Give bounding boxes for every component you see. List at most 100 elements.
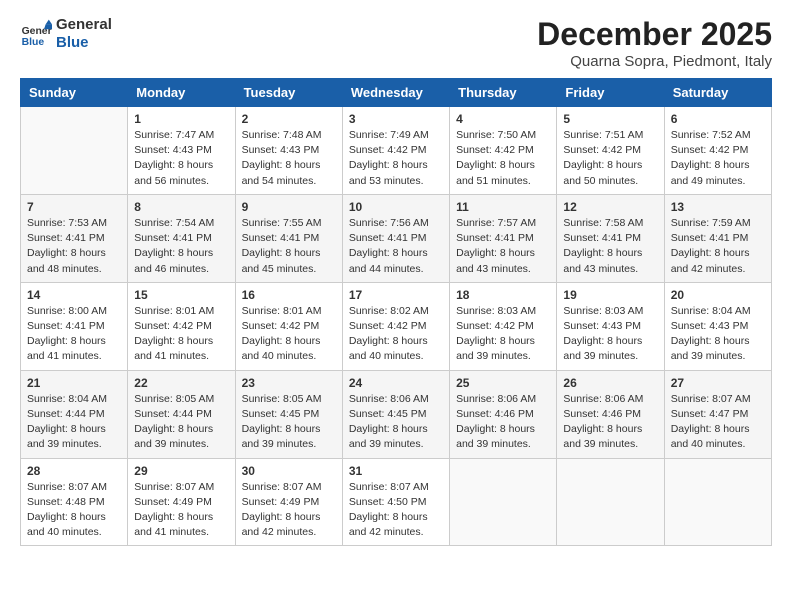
cell-info: Sunrise: 8:04 AMSunset: 4:44 PMDaylight:… [27, 392, 121, 453]
title-block: December 2025 Quarna Sopra, Piedmont, It… [537, 16, 772, 70]
calendar-cell [557, 458, 664, 546]
calendar-cell [450, 458, 557, 546]
day-number: 24 [349, 376, 443, 390]
calendar-table: SundayMondayTuesdayWednesdayThursdayFrid… [20, 78, 772, 546]
calendar-cell: 28 Sunrise: 8:07 AMSunset: 4:48 PMDaylig… [21, 458, 128, 546]
day-number: 4 [456, 112, 550, 126]
calendar-week-3: 14 Sunrise: 8:00 AMSunset: 4:41 PMDaylig… [21, 282, 772, 370]
calendar-cell [21, 107, 128, 195]
cell-info: Sunrise: 7:58 AMSunset: 4:41 PMDaylight:… [563, 216, 657, 277]
day-number: 10 [349, 200, 443, 214]
calendar-cell [664, 458, 771, 546]
dow-tuesday: Tuesday [235, 79, 342, 107]
day-number: 28 [27, 464, 121, 478]
calendar-cell: 16 Sunrise: 8:01 AMSunset: 4:42 PMDaylig… [235, 282, 342, 370]
cell-info: Sunrise: 7:50 AMSunset: 4:42 PMDaylight:… [456, 128, 550, 189]
day-number: 27 [671, 376, 765, 390]
cell-info: Sunrise: 8:07 AMSunset: 4:48 PMDaylight:… [27, 480, 121, 541]
dow-thursday: Thursday [450, 79, 557, 107]
calendar-cell: 3 Sunrise: 7:49 AMSunset: 4:42 PMDayligh… [342, 107, 449, 195]
calendar-cell: 15 Sunrise: 8:01 AMSunset: 4:42 PMDaylig… [128, 282, 235, 370]
calendar-cell: 19 Sunrise: 8:03 AMSunset: 4:43 PMDaylig… [557, 282, 664, 370]
calendar-cell: 9 Sunrise: 7:55 AMSunset: 4:41 PMDayligh… [235, 194, 342, 282]
calendar-cell: 11 Sunrise: 7:57 AMSunset: 4:41 PMDaylig… [450, 194, 557, 282]
cell-info: Sunrise: 7:48 AMSunset: 4:43 PMDaylight:… [242, 128, 336, 189]
day-number: 22 [134, 376, 228, 390]
cell-info: Sunrise: 7:57 AMSunset: 4:41 PMDaylight:… [456, 216, 550, 277]
day-number: 12 [563, 200, 657, 214]
calendar-cell: 21 Sunrise: 8:04 AMSunset: 4:44 PMDaylig… [21, 370, 128, 458]
cell-info: Sunrise: 8:06 AMSunset: 4:46 PMDaylight:… [456, 392, 550, 453]
calendar-cell: 22 Sunrise: 8:05 AMSunset: 4:44 PMDaylig… [128, 370, 235, 458]
day-number: 11 [456, 200, 550, 214]
calendar-cell: 13 Sunrise: 7:59 AMSunset: 4:41 PMDaylig… [664, 194, 771, 282]
calendar-week-5: 28 Sunrise: 8:07 AMSunset: 4:48 PMDaylig… [21, 458, 772, 546]
day-number: 20 [671, 288, 765, 302]
calendar-cell: 30 Sunrise: 8:07 AMSunset: 4:49 PMDaylig… [235, 458, 342, 546]
cell-info: Sunrise: 8:07 AMSunset: 4:47 PMDaylight:… [671, 392, 765, 453]
calendar-cell: 6 Sunrise: 7:52 AMSunset: 4:42 PMDayligh… [664, 107, 771, 195]
calendar-cell: 25 Sunrise: 8:06 AMSunset: 4:46 PMDaylig… [450, 370, 557, 458]
logo-icon: General Blue [20, 18, 52, 50]
calendar-cell: 7 Sunrise: 7:53 AMSunset: 4:41 PMDayligh… [21, 194, 128, 282]
day-number: 25 [456, 376, 550, 390]
calendar-body: 1 Sunrise: 7:47 AMSunset: 4:43 PMDayligh… [21, 107, 772, 546]
cell-info: Sunrise: 7:59 AMSunset: 4:41 PMDaylight:… [671, 216, 765, 277]
logo: General Blue General Blue [20, 16, 112, 52]
cell-info: Sunrise: 7:47 AMSunset: 4:43 PMDaylight:… [134, 128, 228, 189]
day-number: 6 [671, 112, 765, 126]
day-number: 29 [134, 464, 228, 478]
day-number: 21 [27, 376, 121, 390]
cell-info: Sunrise: 8:03 AMSunset: 4:42 PMDaylight:… [456, 304, 550, 365]
day-number: 18 [456, 288, 550, 302]
calendar-cell: 4 Sunrise: 7:50 AMSunset: 4:42 PMDayligh… [450, 107, 557, 195]
calendar-cell: 10 Sunrise: 7:56 AMSunset: 4:41 PMDaylig… [342, 194, 449, 282]
day-number: 1 [134, 112, 228, 126]
page-header: General Blue General Blue December 2025 … [20, 16, 772, 70]
logo-blue: Blue [56, 34, 112, 52]
day-number: 15 [134, 288, 228, 302]
cell-info: Sunrise: 7:49 AMSunset: 4:42 PMDaylight:… [349, 128, 443, 189]
calendar-cell: 1 Sunrise: 7:47 AMSunset: 4:43 PMDayligh… [128, 107, 235, 195]
day-number: 9 [242, 200, 336, 214]
calendar-cell: 27 Sunrise: 8:07 AMSunset: 4:47 PMDaylig… [664, 370, 771, 458]
calendar-cell: 20 Sunrise: 8:04 AMSunset: 4:43 PMDaylig… [664, 282, 771, 370]
dow-sunday: Sunday [21, 79, 128, 107]
svg-text:Blue: Blue [22, 37, 45, 48]
calendar-cell: 14 Sunrise: 8:00 AMSunset: 4:41 PMDaylig… [21, 282, 128, 370]
calendar-week-1: 1 Sunrise: 7:47 AMSunset: 4:43 PMDayligh… [21, 107, 772, 195]
cell-info: Sunrise: 7:54 AMSunset: 4:41 PMDaylight:… [134, 216, 228, 277]
day-number: 8 [134, 200, 228, 214]
cell-info: Sunrise: 8:05 AMSunset: 4:44 PMDaylight:… [134, 392, 228, 453]
cell-info: Sunrise: 7:52 AMSunset: 4:42 PMDaylight:… [671, 128, 765, 189]
calendar-cell: 18 Sunrise: 8:03 AMSunset: 4:42 PMDaylig… [450, 282, 557, 370]
day-number: 31 [349, 464, 443, 478]
cell-info: Sunrise: 7:55 AMSunset: 4:41 PMDaylight:… [242, 216, 336, 277]
day-number: 26 [563, 376, 657, 390]
calendar-cell: 17 Sunrise: 8:02 AMSunset: 4:42 PMDaylig… [342, 282, 449, 370]
day-number: 5 [563, 112, 657, 126]
cell-info: Sunrise: 8:07 AMSunset: 4:50 PMDaylight:… [349, 480, 443, 541]
calendar-week-2: 7 Sunrise: 7:53 AMSunset: 4:41 PMDayligh… [21, 194, 772, 282]
days-of-week-header: SundayMondayTuesdayWednesdayThursdayFrid… [21, 79, 772, 107]
calendar-cell: 8 Sunrise: 7:54 AMSunset: 4:41 PMDayligh… [128, 194, 235, 282]
calendar-cell: 24 Sunrise: 8:06 AMSunset: 4:45 PMDaylig… [342, 370, 449, 458]
month-year-title: December 2025 [537, 16, 772, 53]
calendar-cell: 23 Sunrise: 8:05 AMSunset: 4:45 PMDaylig… [235, 370, 342, 458]
day-number: 14 [27, 288, 121, 302]
dow-wednesday: Wednesday [342, 79, 449, 107]
day-number: 13 [671, 200, 765, 214]
cell-info: Sunrise: 8:05 AMSunset: 4:45 PMDaylight:… [242, 392, 336, 453]
calendar-cell: 12 Sunrise: 7:58 AMSunset: 4:41 PMDaylig… [557, 194, 664, 282]
cell-info: Sunrise: 7:56 AMSunset: 4:41 PMDaylight:… [349, 216, 443, 277]
logo-general: General [56, 16, 112, 34]
cell-info: Sunrise: 8:04 AMSunset: 4:43 PMDaylight:… [671, 304, 765, 365]
day-number: 2 [242, 112, 336, 126]
calendar-cell: 5 Sunrise: 7:51 AMSunset: 4:42 PMDayligh… [557, 107, 664, 195]
location-subtitle: Quarna Sopra, Piedmont, Italy [537, 53, 772, 70]
day-number: 17 [349, 288, 443, 302]
cell-info: Sunrise: 7:53 AMSunset: 4:41 PMDaylight:… [27, 216, 121, 277]
dow-monday: Monday [128, 79, 235, 107]
cell-info: Sunrise: 8:01 AMSunset: 4:42 PMDaylight:… [134, 304, 228, 365]
calendar-cell: 2 Sunrise: 7:48 AMSunset: 4:43 PMDayligh… [235, 107, 342, 195]
